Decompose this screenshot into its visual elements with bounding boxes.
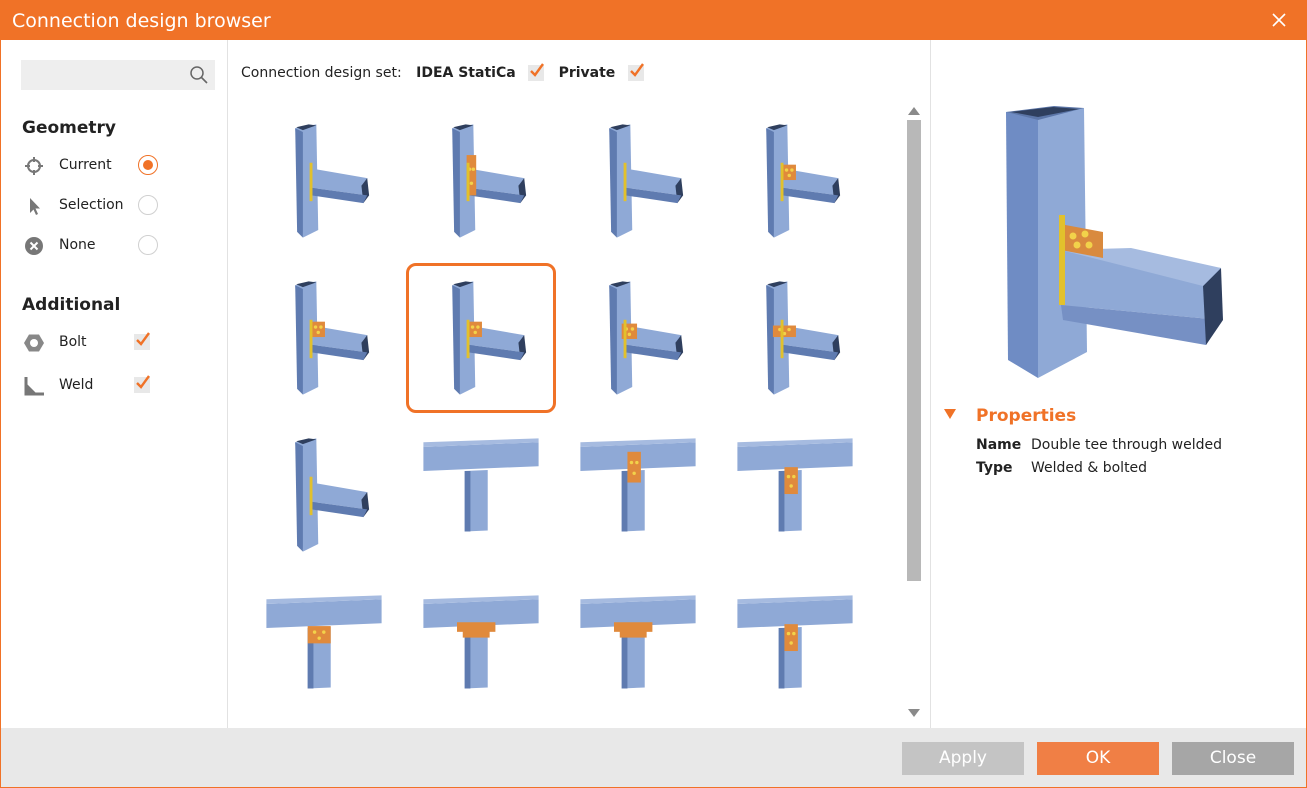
connection-thumbnail-image [609,124,684,238]
dialog-window: Connection design browser Geometry Curre… [0,0,1307,788]
connection-thumbnail[interactable] [720,106,870,256]
ok-button[interactable]: OK [1037,742,1159,775]
connection-thumbnail-image [452,281,527,395]
connection-thumbnail[interactable] [563,420,713,570]
design-set-private-label: Private [558,65,616,81]
apply-button[interactable]: Apply [902,742,1024,775]
connection-thumbnail-image [737,438,853,532]
properties-heading: Properties [976,406,1077,426]
search-input[interactable] [21,60,181,90]
geometry-option-none[interactable]: None [23,234,163,258]
connection-thumbnail[interactable] [563,263,713,413]
connection-thumbnail-image [766,124,841,238]
search-icon[interactable] [189,65,209,85]
checkmark-icon [530,63,545,77]
search-box[interactable] [21,60,215,90]
connection-thumbnail-image [452,124,527,238]
option-label: Selection [59,197,124,213]
none-radio[interactable] [138,235,158,255]
weld-angle-icon [24,377,44,396]
checkmark-icon [136,332,150,346]
option-label: None [59,237,96,253]
crosshair-icon [25,157,43,175]
collapse-triangle-icon[interactable] [943,408,957,420]
design-set-idea-label: IDEA StatiCa [416,65,516,81]
connection-thumbnail[interactable] [406,263,556,413]
connection-thumbnail-image [580,595,696,689]
preview-panel: Properties Name Double tee through welde… [930,40,1306,728]
current-radio[interactable] [138,155,158,175]
connection-thumbnail-image [295,281,370,395]
connection-thumbnail[interactable] [563,106,713,256]
selection-radio[interactable] [138,195,158,215]
connection-thumbnail[interactable] [249,577,399,727]
connection-thumbnail[interactable] [249,420,399,570]
weld-checkbox[interactable] [134,375,150,393]
dialog-footer: Apply OK Close [1,728,1306,787]
connection-thumbnail-image [423,595,539,689]
geometry-option-current[interactable]: Current [23,154,163,178]
connection-thumbnail-image [266,595,382,689]
design-set-bar: Connection design set: IDEA StatiCa Priv… [241,63,654,81]
connection-thumbnail-image [295,438,370,552]
connection-thumbnail-image [766,281,841,395]
hex-nut-icon [24,334,44,352]
additional-heading: Additional [22,295,121,315]
close-icon[interactable] [1270,11,1288,29]
connection-thumbnail[interactable] [249,106,399,256]
property-value: Double tee through welded [1031,437,1223,453]
connection-thumbnail[interactable] [406,420,556,570]
scroll-down-icon[interactable] [908,708,920,718]
geometry-option-selection[interactable]: Selection [23,194,163,218]
bolt-checkbox[interactable] [134,332,150,350]
connection-thumbnail-image [423,438,539,532]
gallery-scrollbar[interactable] [906,104,922,724]
idea-statica-checkbox[interactable] [528,63,545,81]
property-key: Type [976,460,1013,476]
filter-panel: Geometry Current Selection None Addition… [1,40,228,728]
gallery-panel: Connection design set: IDEA StatiCa Priv… [229,40,927,728]
title-bar: Connection design browser [1,1,1306,40]
option-label: Weld [59,377,94,393]
connection-thumbnail[interactable] [406,577,556,727]
connection-thumbnail[interactable] [720,263,870,413]
additional-option-bolt[interactable]: Bolt [23,331,163,355]
connection-thumbnail[interactable] [720,577,870,727]
connection-thumbnail-image [609,281,684,395]
property-value: Welded & bolted [1031,460,1148,476]
connection-thumbnail-image [580,438,696,532]
circle-x-icon [25,237,43,255]
private-checkbox[interactable] [627,63,644,81]
option-label: Bolt [59,334,87,350]
design-set-label: Connection design set: [241,65,402,81]
property-key: Name [976,437,1022,453]
option-label: Current [59,157,112,173]
scrollbar-thumb[interactable] [907,120,921,581]
connection-thumbnail-image [295,124,370,238]
connection-thumbnail[interactable] [720,420,870,570]
checkmark-icon [136,375,150,389]
geometry-heading: Geometry [22,118,116,138]
window-title: Connection design browser [12,10,271,32]
connection-thumbnail[interactable] [406,106,556,256]
checkmark-icon [629,63,644,77]
connection-preview-image [1006,106,1223,378]
scroll-up-icon[interactable] [908,106,920,116]
close-button[interactable]: Close [1172,742,1294,775]
additional-option-weld[interactable]: Weld [23,374,163,398]
connection-thumbnail[interactable] [249,263,399,413]
cursor-arrow-icon [30,198,40,215]
connection-thumbnail[interactable] [563,577,713,727]
connection-thumbnail-image [737,595,853,689]
